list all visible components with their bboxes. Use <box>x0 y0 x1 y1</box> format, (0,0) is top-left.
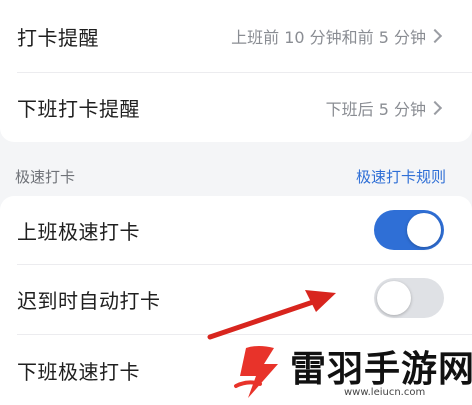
fast-checkin-card: 上班极速打卡 迟到时自动打卡 下班极速打卡 <box>0 196 472 405</box>
setting-row-fast-checkin-start: 上班极速打卡 <box>0 196 472 264</box>
setting-label: 上班极速打卡 <box>17 219 140 244</box>
reminder-label: 打卡提醒 <box>17 25 99 50</box>
setting-row-fast-checkin-end: 下班极速打卡 <box>0 335 472 405</box>
setting-label: 迟到时自动打卡 <box>17 288 161 313</box>
fast-checkin-rules-link[interactable]: 极速打卡规则 <box>356 166 446 187</box>
toggle-knob <box>407 213 441 247</box>
chevron-right-icon <box>427 100 443 115</box>
chevron-right-icon <box>427 28 443 44</box>
reminder-row-checkin[interactable]: 打卡提醒 上班前 10 分钟和前 5 分钟 <box>0 0 472 72</box>
reminder-value: 下班后 5 分钟 <box>325 99 426 119</box>
reminder-label: 下班打卡提醒 <box>17 97 140 121</box>
reminder-value: 上班前 10 分钟和前 5 分钟 <box>231 28 426 47</box>
fast-checkin-start-toggle[interactable] <box>374 210 444 250</box>
setting-label: 下班极速打卡 <box>17 359 140 384</box>
reminder-row-checkout[interactable]: 下班打卡提醒 下班后 5 分钟 <box>0 73 472 142</box>
setting-row-auto-checkin-late: 迟到时自动打卡 <box>0 265 472 333</box>
section-title: 极速打卡 <box>15 168 76 186</box>
toggle-knob <box>377 281 411 315</box>
auto-checkin-late-toggle[interactable] <box>374 278 444 318</box>
reminder-card: 打卡提醒 上班前 10 分钟和前 5 分钟 下班打卡提醒 下班后 5 分钟 <box>0 0 472 142</box>
